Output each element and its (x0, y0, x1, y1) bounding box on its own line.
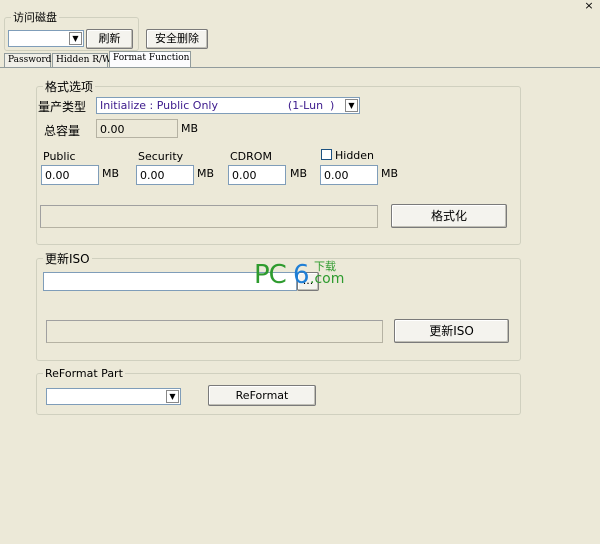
total-capacity-unit: MB (181, 122, 199, 135)
total-capacity-field: 0.00 (96, 119, 178, 138)
format-progress-bar (40, 205, 378, 228)
chevron-down-icon[interactable]: ▼ (345, 99, 358, 112)
refresh-button[interactable]: 刷新 (86, 29, 133, 49)
tab-hidden-rw[interactable]: Hidden R/W (52, 53, 111, 68)
logo-pc-text: PC (254, 260, 287, 290)
format-options-legend: 格式选项 (45, 80, 94, 94)
logo-com-text: .com (310, 271, 345, 287)
cdrom-unit: MB (290, 167, 308, 180)
hidden-checkbox[interactable] (321, 149, 332, 160)
hidden-unit: MB (381, 167, 399, 180)
update-iso-button[interactable]: 更新ISO (394, 319, 509, 343)
disk-access-legend: 访问磁盘 (13, 11, 57, 24)
production-type-label: 量产类型 (38, 100, 87, 114)
tab-format-function[interactable]: Format Function (109, 51, 191, 68)
reformat-button[interactable]: ReFormat (208, 385, 316, 406)
production-type-select[interactable]: Initialize : Public Only (1-Lun ) ▼ (96, 97, 360, 114)
security-size-input[interactable]: 0.00 (136, 165, 194, 185)
update-iso-legend: 更新ISO (45, 252, 90, 266)
tab-divider (0, 67, 600, 68)
reformat-part-select[interactable]: ▼ (46, 388, 181, 405)
disk-select[interactable]: ▼ (8, 30, 84, 47)
chevron-down-icon[interactable]: ▼ (166, 390, 179, 403)
tab-password[interactable]: Password (4, 53, 51, 68)
hidden-label: Hidden (335, 149, 375, 162)
public-label: Public (43, 150, 76, 163)
security-unit: MB (197, 167, 215, 180)
format-button[interactable]: 格式化 (391, 204, 507, 228)
cdrom-label: CDROM (230, 150, 272, 163)
reformat-part-legend: ReFormat Part (45, 367, 123, 380)
cdrom-size-input[interactable]: 0.00 (228, 165, 286, 185)
chevron-down-icon[interactable]: ▼ (69, 32, 82, 45)
public-size-input[interactable]: 0.00 (41, 165, 99, 185)
security-label: Security (138, 150, 184, 163)
public-unit: MB (102, 167, 120, 180)
safe-remove-button[interactable]: 安全删除 (146, 29, 208, 49)
close-button[interactable]: × (582, 0, 596, 12)
logo-six-text: 6 (293, 260, 310, 290)
iso-progress-bar (46, 320, 383, 343)
total-capacity-label: 总容量 (44, 124, 81, 138)
production-type-value: Initialize : Public Only (1-Lun ) (100, 99, 335, 112)
pc6-watermark-logo: PC 6 下载 .com (254, 258, 354, 292)
hidden-size-input[interactable]: 0.00 (320, 165, 378, 185)
